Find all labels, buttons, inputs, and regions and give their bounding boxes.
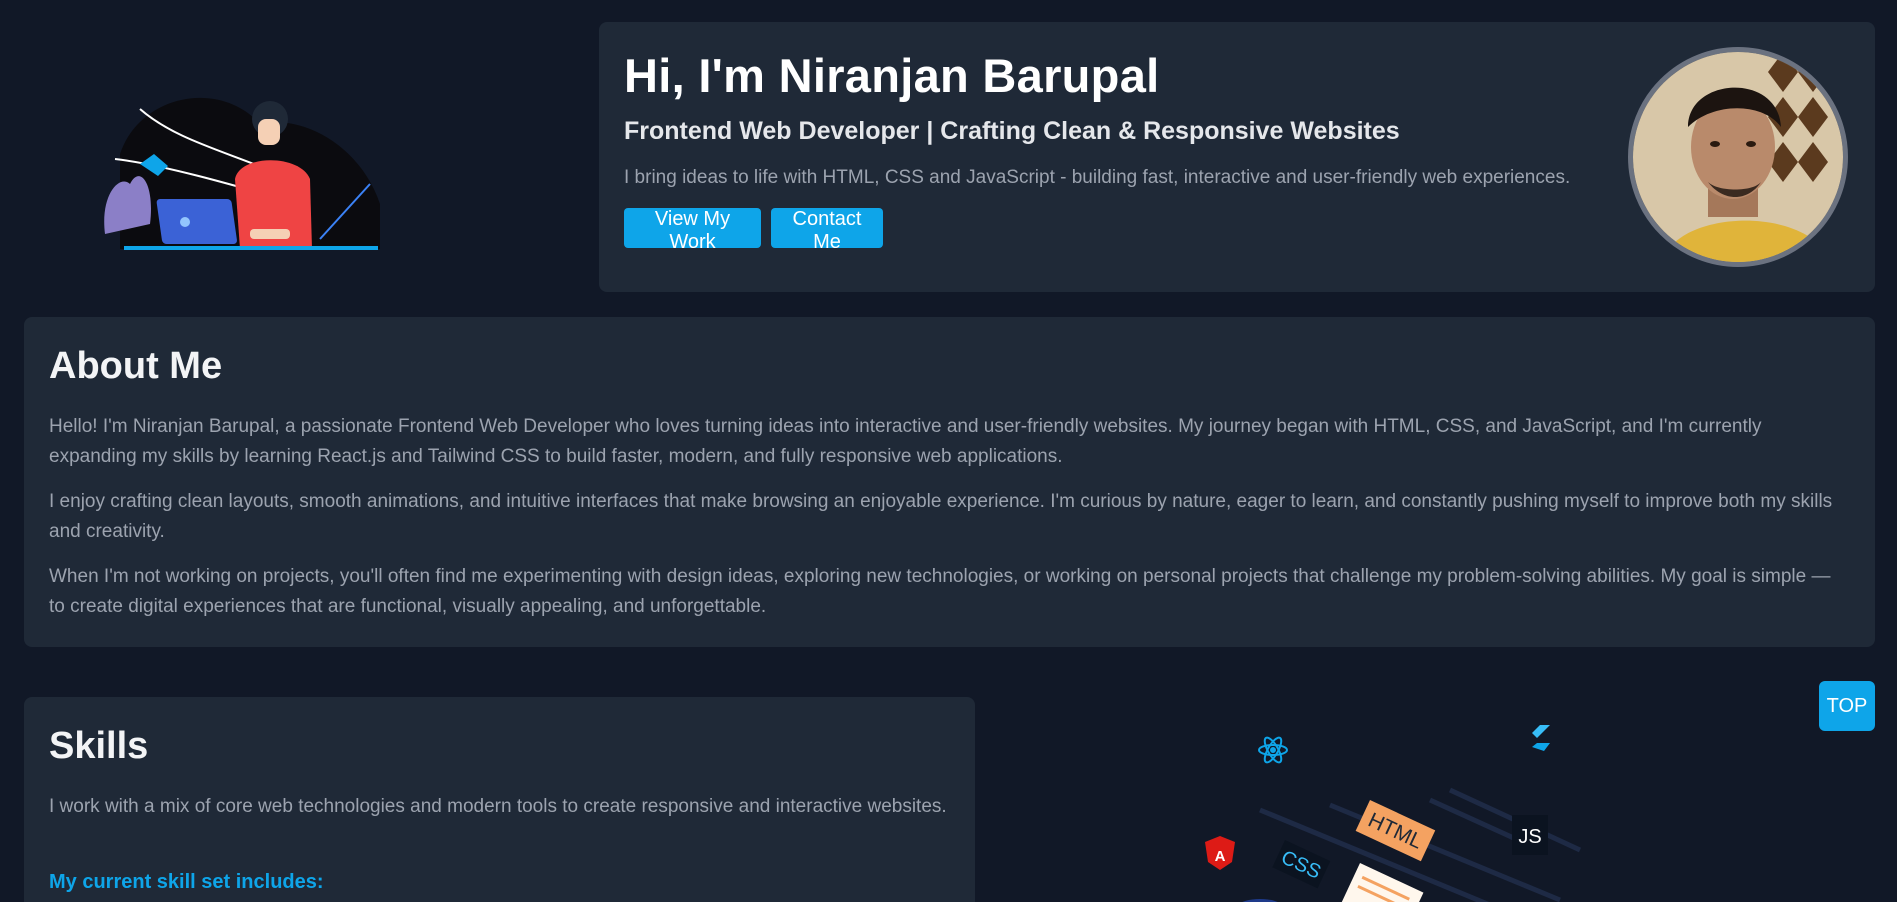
- angular-icon: A: [1205, 836, 1235, 870]
- back-to-top-button[interactable]: TOP: [1819, 681, 1875, 731]
- flutter-icon: [1532, 725, 1550, 751]
- skills-title: Skills: [49, 725, 149, 767]
- tech-stack-illustration: A HTML CSS JS: [1160, 705, 1600, 902]
- skills-subheading: My current skill set includes:: [49, 871, 324, 893]
- about-paragraph: I enjoy crafting clean layouts, smooth a…: [49, 491, 1833, 542]
- hero-description: I bring ideas to life with HTML, CSS and…: [624, 167, 1571, 188]
- hero-section: Hi, I'm Niranjan Barupal Frontend Web De…: [599, 22, 1875, 292]
- hero-title: Hi, I'm Niranjan Barupal: [624, 49, 1160, 102]
- skills-section: Skills I work with a mix of core web tec…: [24, 697, 975, 902]
- svg-text:A: A: [1215, 848, 1226, 865]
- contact-me-button[interactable]: Contact Me: [771, 208, 883, 253]
- view-my-work-button[interactable]: View My Work: [624, 208, 761, 253]
- developer-illustration: [100, 84, 390, 254]
- about-title: About Me: [49, 345, 223, 387]
- react-icon: [1258, 736, 1288, 764]
- hero-subtitle: Frontend Web Developer | Crafting Clean …: [624, 117, 1400, 145]
- js-label: JS: [1518, 826, 1541, 848]
- about-paragraph: Hello! I'm Niranjan Barupal, a passionat…: [49, 416, 1762, 467]
- avatar: [1628, 47, 1848, 267]
- about-paragraph: When I'm not working on projects, you'll…: [49, 566, 1831, 617]
- about-section: About Me Hello! I'm Niranjan Barupal, a …: [24, 317, 1875, 647]
- skills-description: I work with a mix of core web technologi…: [49, 796, 947, 817]
